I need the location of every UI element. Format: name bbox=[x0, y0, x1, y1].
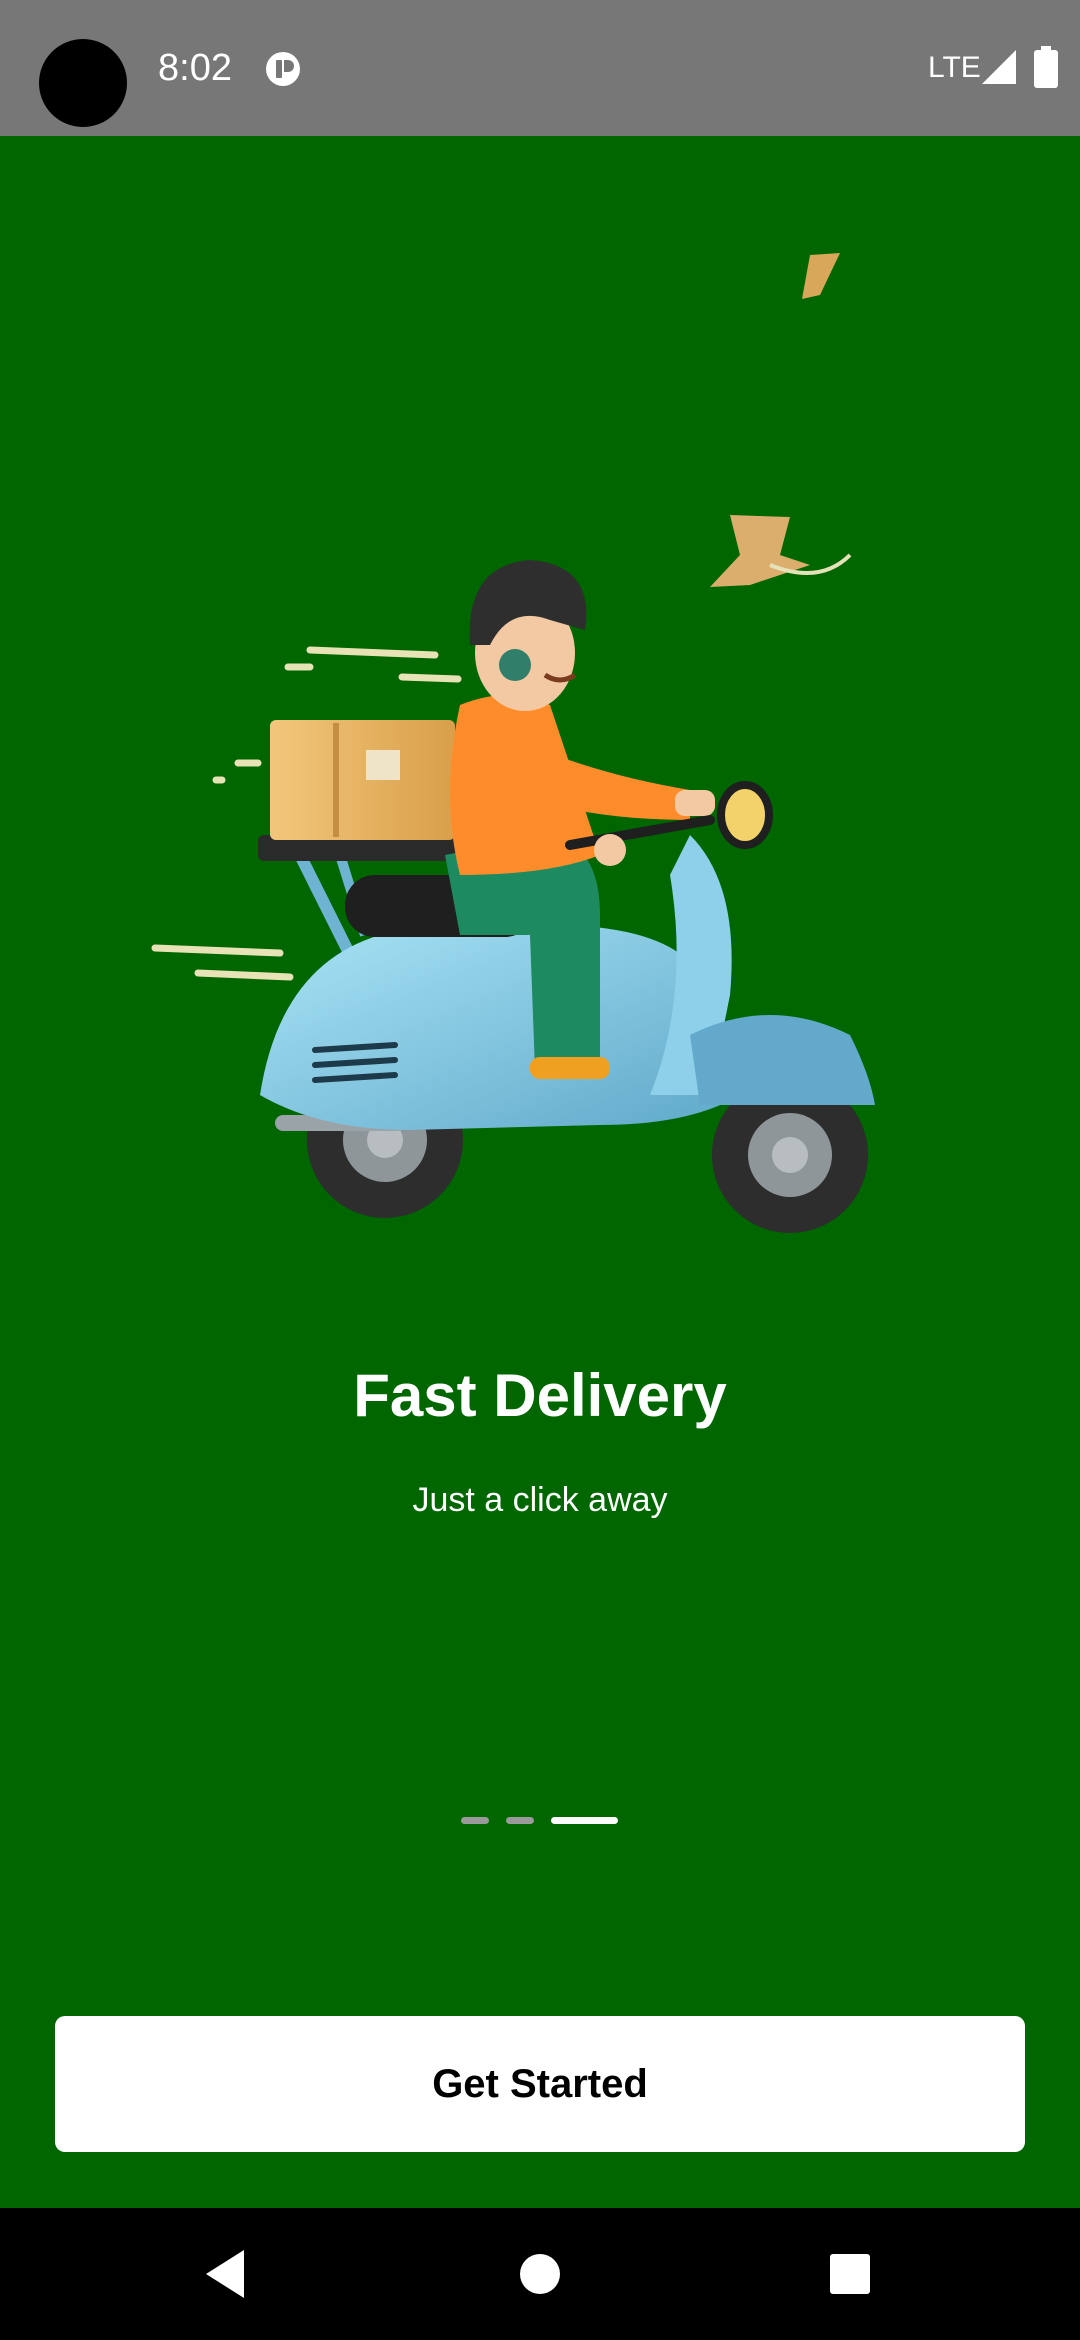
network-type: LTE bbox=[928, 51, 981, 84]
back-icon[interactable] bbox=[196, 2244, 256, 2304]
notification-icon bbox=[266, 52, 300, 86]
onboarding-title: Fast Delivery bbox=[353, 1362, 727, 1429]
signal-icon bbox=[982, 50, 1016, 84]
recents-icon[interactable] bbox=[820, 2244, 880, 2304]
status-time: 8:02 bbox=[158, 47, 232, 89]
page-indicator-3 bbox=[551, 1817, 618, 1824]
battery-icon bbox=[1034, 46, 1058, 88]
home-icon[interactable] bbox=[510, 2244, 570, 2304]
onboarding-subtitle: Just a click away bbox=[412, 1481, 668, 1519]
navigation-bar bbox=[0, 2208, 1080, 2340]
page-indicator-2 bbox=[506, 1817, 534, 1824]
camera-cutout bbox=[39, 39, 127, 127]
status-bar: 8:02 LTE bbox=[0, 0, 1080, 136]
page-indicator-1 bbox=[461, 1817, 489, 1824]
delivery-scooter-illustration bbox=[151, 253, 875, 1233]
get-started-button[interactable]: Get Started bbox=[55, 2016, 1025, 2152]
